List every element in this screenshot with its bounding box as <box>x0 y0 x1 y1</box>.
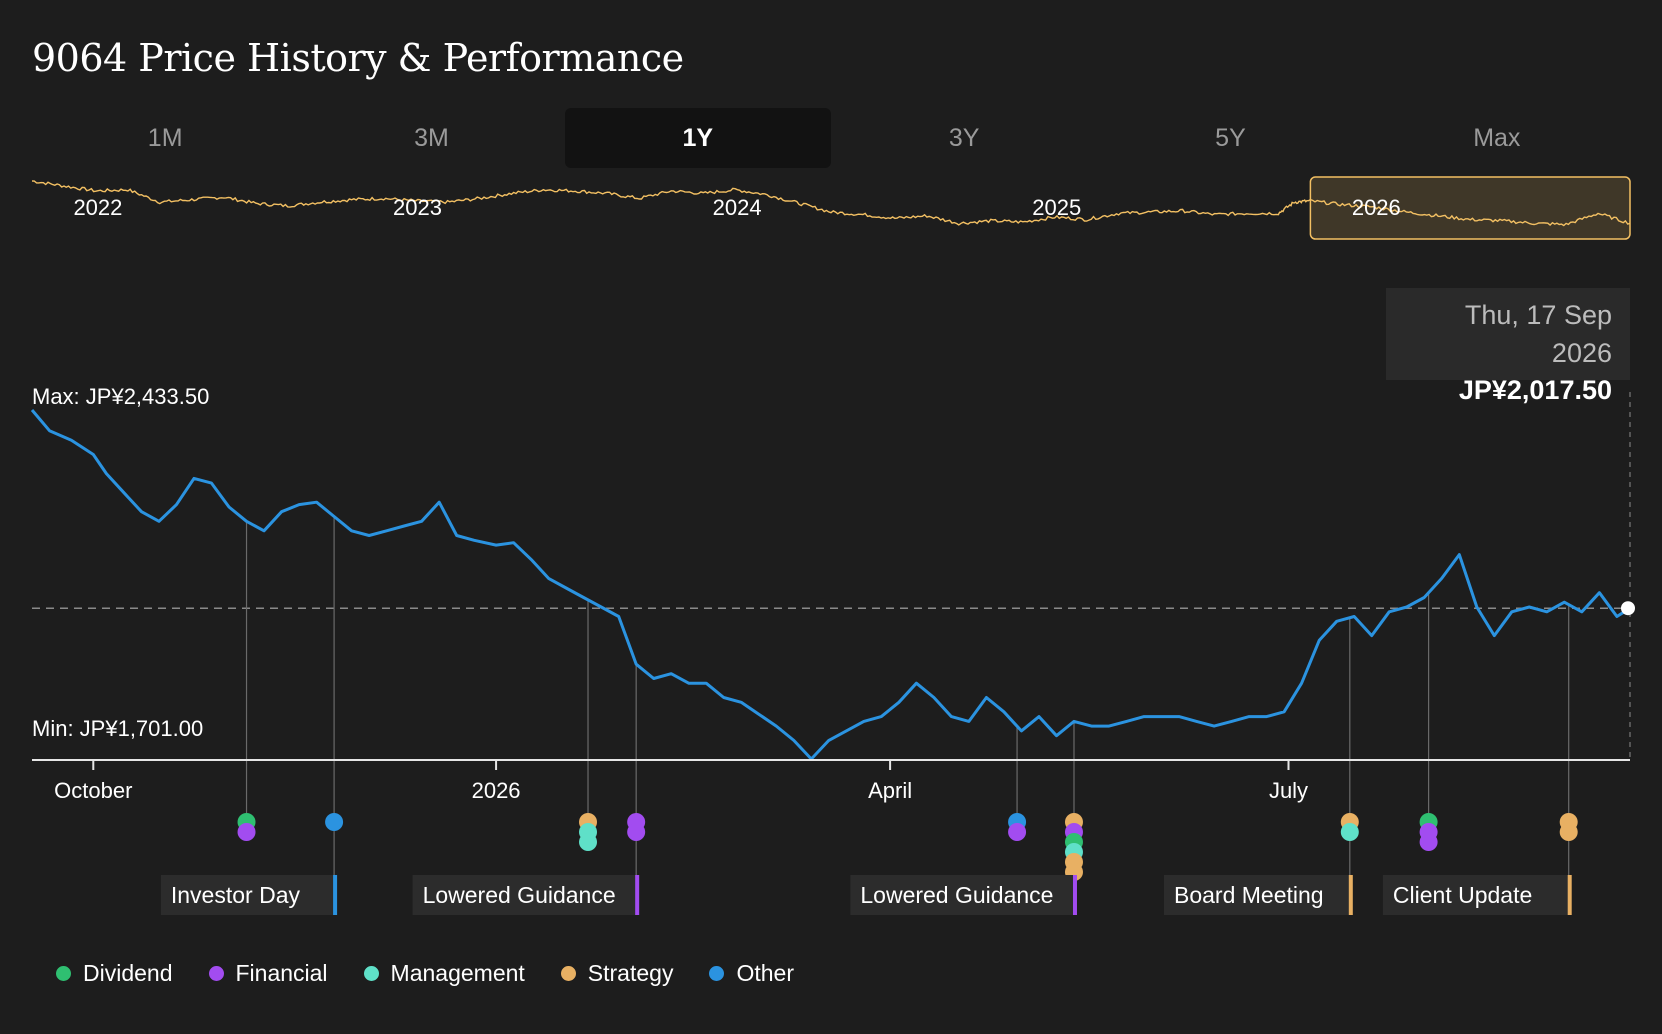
max-price-label: Max: JP¥2,433.50 <box>32 384 209 409</box>
min-price-label: Min: JP¥1,701.00 <box>32 716 203 741</box>
event-callout-accent <box>1348 875 1353 915</box>
legend-item-management[interactable]: Management <box>363 960 525 987</box>
legend-item-dividend[interactable]: Dividend <box>56 960 173 987</box>
x-axis-tick-label: 2026 <box>472 778 521 803</box>
event-callout-accent <box>1567 875 1572 915</box>
tab-max[interactable]: Max <box>1364 108 1630 168</box>
overview-year-label: 2025 <box>1032 195 1081 220</box>
overview-year-label: 2023 <box>393 195 442 220</box>
x-axis-tick-label: April <box>868 778 912 803</box>
event-marker-financial[interactable] <box>1419 833 1438 851</box>
legend-label: Other <box>736 960 794 986</box>
tab-5y[interactable]: 5Y <box>1097 108 1363 168</box>
event-callout[interactable]: Board Meeting <box>1164 875 1353 915</box>
event-marker-financial[interactable] <box>237 823 256 841</box>
legend-label: Dividend <box>83 960 173 986</box>
event-marker-other[interactable] <box>325 813 344 831</box>
event-marker-strategy[interactable] <box>1559 823 1578 841</box>
legend-label: Financial <box>235 960 328 986</box>
overview-year-label: 2024 <box>713 195 762 220</box>
event-callout[interactable]: Lowered Guidance <box>850 875 1077 915</box>
event-callout[interactable]: Investor Day <box>160 875 338 915</box>
event-callout-label: Lowered Guidance <box>860 882 1053 908</box>
overview-year-label: 2026 <box>1352 195 1401 220</box>
x-axis-tick-label: October <box>54 778 132 803</box>
event-marker-financial[interactable] <box>627 823 646 841</box>
legend-label: Strategy <box>587 960 674 986</box>
event-callout[interactable]: Client Update <box>1382 875 1572 915</box>
dividend-dot-icon <box>56 966 71 981</box>
event-callout-label: Client Update <box>1393 882 1532 908</box>
page-title: 9064 Price History & Performance <box>32 36 684 80</box>
tab-3m[interactable]: 3M <box>298 108 564 168</box>
event-callout-label: Investor Day <box>171 882 301 908</box>
overview-navigator[interactable]: 2022 2023 2024 2025 2026 <box>0 170 1662 250</box>
event-callout[interactable]: Lowered Guidance <box>412 875 640 915</box>
range-tabs: 1M 3M 1Y 3Y 5Y Max <box>32 108 1630 168</box>
tooltip-date: Thu, 17 Sep 2026 <box>1464 300 1612 368</box>
event-marker-management[interactable] <box>579 833 598 851</box>
legend: Dividend Financial Management Strategy O… <box>56 960 830 987</box>
event-callout-label: Board Meeting <box>1174 882 1324 908</box>
event-marker-financial[interactable] <box>1008 823 1027 841</box>
price-series-line <box>30 409 1631 761</box>
hover-point <box>1621 601 1635 616</box>
event-callout-accent <box>635 875 640 915</box>
overview-year-label: 2022 <box>73 195 122 220</box>
event-callout-accent <box>333 875 338 915</box>
financial-dot-icon <box>208 966 224 981</box>
legend-item-strategy[interactable]: Strategy <box>560 960 674 987</box>
legend-item-financial[interactable]: Financial <box>208 960 328 987</box>
strategy-dot-icon <box>560 966 576 981</box>
legend-item-other[interactable]: Other <box>709 960 794 987</box>
event-marker-management[interactable] <box>1340 823 1359 841</box>
tab-1y[interactable]: 1Y <box>564 108 831 168</box>
event-callout-label: Lowered Guidance <box>423 882 616 908</box>
tab-1m[interactable]: 1M <box>32 108 298 168</box>
other-dot-icon <box>709 966 725 981</box>
x-axis-tick-label: July <box>1269 778 1308 803</box>
legend-label: Management <box>390 960 525 986</box>
management-dot-icon <box>363 966 379 981</box>
tab-3y[interactable]: 3Y <box>831 108 1097 168</box>
tooltip-price: JP¥2,017.50 <box>1458 375 1612 405</box>
event-callout-accent <box>1072 875 1077 915</box>
price-tooltip: Thu, 17 Sep 2026 JP¥2,017.50 <box>1386 288 1630 405</box>
